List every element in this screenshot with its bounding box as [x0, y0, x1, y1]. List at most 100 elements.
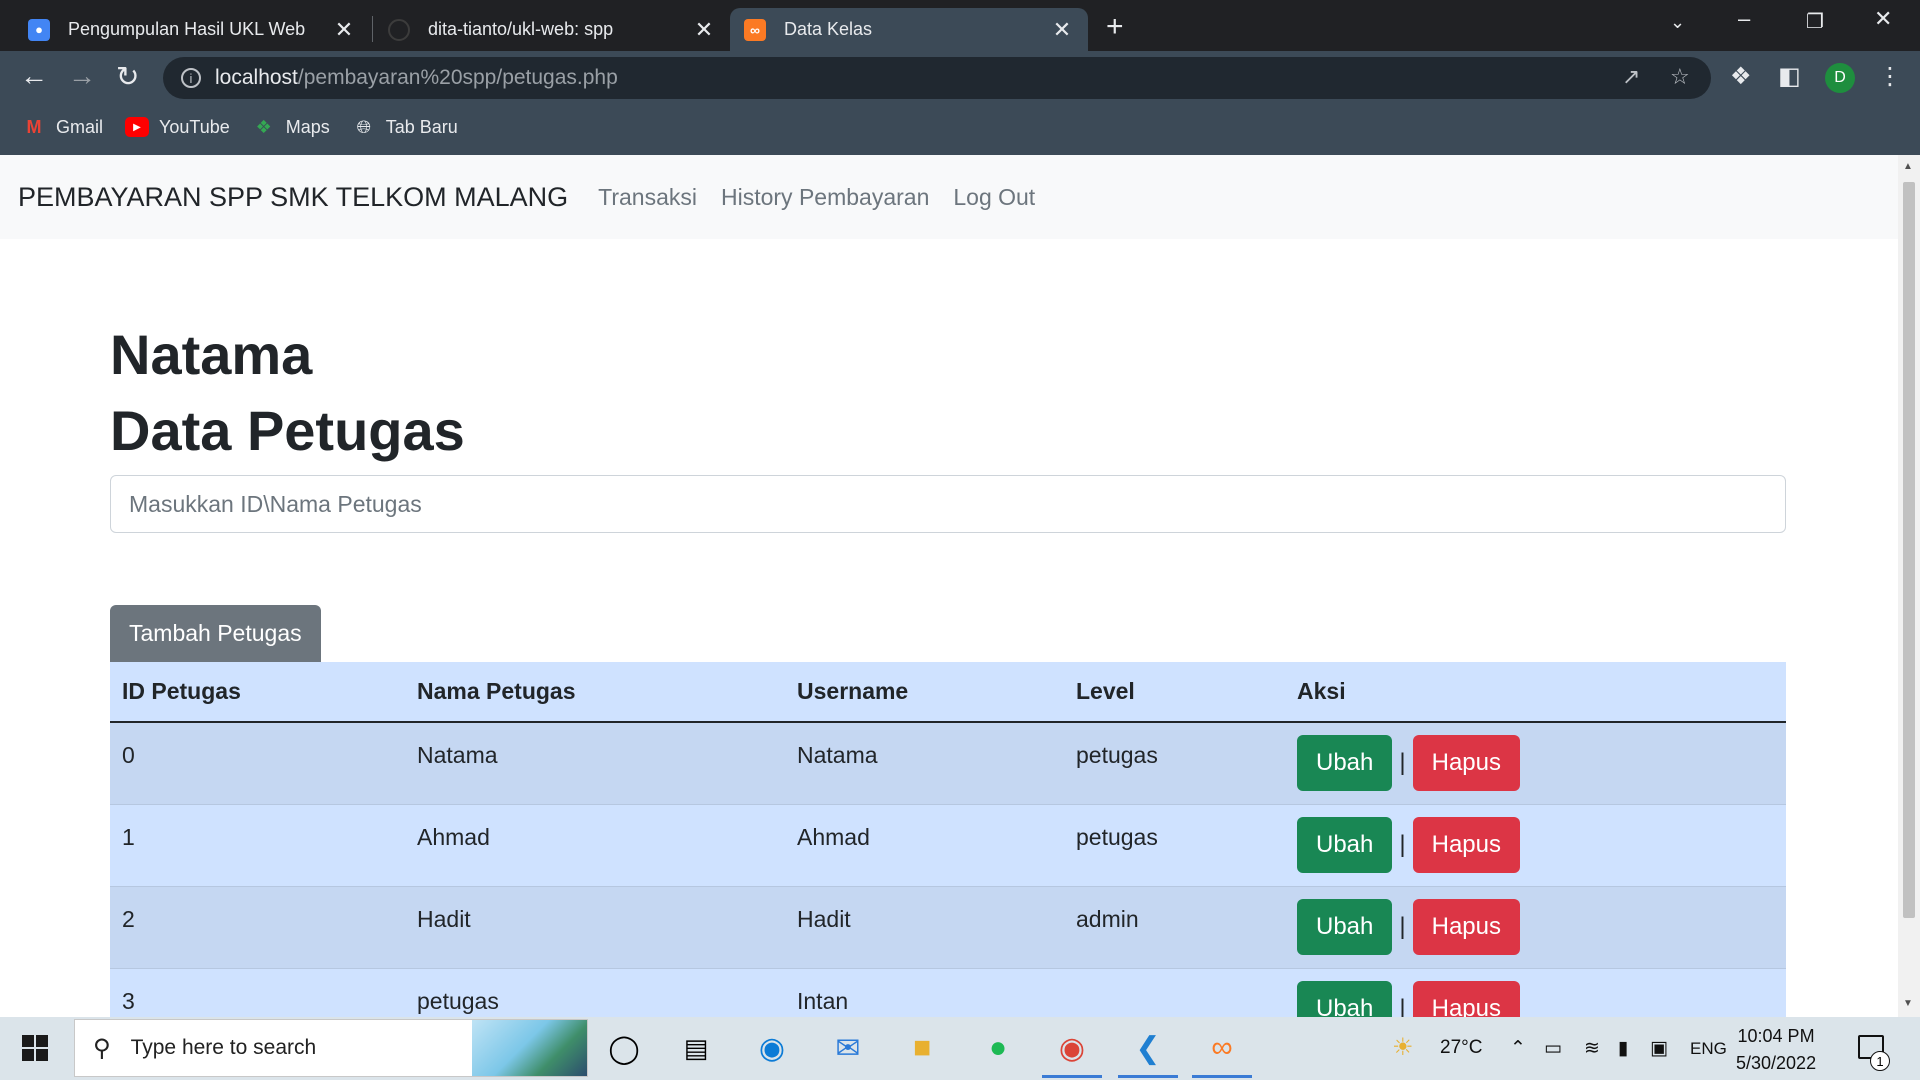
cell-nama: Hadit [417, 905, 471, 932]
ubah-button[interactable]: Ubah [1297, 981, 1393, 1017]
tab-search-icon[interactable]: ⌄ [1670, 12, 1685, 33]
profile-initial: D [1834, 69, 1846, 86]
action-separator: | [1399, 831, 1406, 858]
weather-temperature[interactable]: 27°C [1440, 1037, 1482, 1059]
close-tab-icon[interactable]: ✕ [692, 17, 716, 43]
side-panel-icon[interactable]: ◧ [1778, 62, 1801, 91]
user-name-heading: Natama [110, 323, 313, 386]
action-separator: | [1399, 913, 1406, 940]
bookmark-label: Maps [285, 116, 330, 137]
table-row: 2 Hadit Hadit admin Ubah | Hapus [110, 885, 1786, 968]
profile-avatar[interactable]: D [1825, 63, 1855, 93]
cell-username: Natama [797, 741, 878, 768]
reload-icon[interactable]: ↻ [116, 60, 139, 93]
table-row: 1 Ahmad Ahmad petugas Ubah | Hapus [110, 803, 1786, 886]
column-header-id: ID Petugas [110, 662, 405, 723]
ubah-button[interactable]: Ubah [1297, 817, 1393, 873]
cell-aksi: Ubah | Hapus [1285, 885, 1786, 968]
microphone-icon[interactable]: ▮ [1618, 1037, 1628, 1060]
close-window-icon[interactable]: ✕ [1874, 6, 1892, 32]
cell-username: Ahmad [797, 823, 870, 850]
notification-badge: 1 [1870, 1051, 1890, 1071]
menu-kebab-icon[interactable]: ⋮ [1878, 62, 1902, 91]
hapus-button[interactable]: Hapus [1412, 899, 1520, 955]
weather-icon[interactable]: ☀ [1392, 1033, 1414, 1062]
cortana-icon[interactable]: ◯ [604, 1028, 644, 1068]
new-tab-icon[interactable]: + [1106, 10, 1124, 44]
address-bar[interactable]: i localhost/pembayaran%20spp/petugas.php [163, 57, 1711, 99]
column-header-nama: Nama Petugas [405, 662, 785, 723]
ubah-button[interactable]: Ubah [1297, 899, 1393, 955]
task-view-icon[interactable]: ▤ [676, 1028, 716, 1068]
taskbar-search-box[interactable]: ⚲ Type here to search [74, 1019, 588, 1077]
share-icon[interactable]: ↗ [1622, 64, 1640, 90]
nav-link-history[interactable]: History Pembayaran [709, 184, 941, 211]
wifi-icon[interactable]: ≋ [1584, 1037, 1600, 1060]
language-indicator[interactable]: ENG [1690, 1039, 1727, 1059]
cell-level: petugas [1076, 823, 1158, 850]
windows-start-icon[interactable] [22, 1035, 48, 1061]
bookmark-gmail[interactable]: M Gmail [22, 116, 104, 138]
bookmark-label: Gmail [56, 116, 104, 137]
youtube-icon: ▶ [125, 117, 150, 137]
hapus-button[interactable]: Hapus [1412, 981, 1520, 1017]
tab-strip: ● Pengumpulan Hasil UKL Web ✕ dita-tiant… [0, 0, 1920, 51]
column-header-level: Level [1064, 662, 1285, 723]
navbar-brand[interactable]: PEMBAYARAN SPP SMK TELKOM MALANG [18, 182, 568, 213]
display-icon[interactable]: ▣ [1650, 1037, 1668, 1060]
site-info-icon[interactable]: i [181, 68, 201, 88]
nav-link-transaksi[interactable]: Transaksi [586, 184, 709, 211]
tab-title: Data Kelas [784, 19, 873, 39]
bookmark-youtube[interactable]: ▶ YouTube [125, 117, 230, 138]
forward-icon[interactable]: → [68, 60, 96, 92]
scroll-down-arrow-icon[interactable]: ▼ [1903, 998, 1913, 1009]
ubah-button[interactable]: Ubah [1297, 735, 1393, 792]
cell-nama: Natama [417, 741, 498, 768]
cell-aksi: Ubah | Hapus [1285, 967, 1786, 1017]
bookmark-maps[interactable]: ❖ Maps [252, 117, 330, 138]
tab-title: dita-tianto/ukl-web: spp [428, 19, 614, 39]
cell-aksi: Ubah | Hapus [1285, 721, 1786, 804]
scrollbar-thumb[interactable] [1903, 182, 1915, 918]
add-petugas-button[interactable]: Tambah Petugas [110, 605, 321, 662]
tab-pengumpulan[interactable]: ● Pengumpulan Hasil UKL Web ✕ [14, 8, 370, 51]
app-navbar: PEMBAYARAN SPP SMK TELKOM MALANG Transak… [0, 155, 1898, 239]
search-input[interactable] [110, 475, 1786, 533]
scroll-up-arrow-icon[interactable]: ▲ [1903, 161, 1913, 172]
edge-icon[interactable]: ◉ [752, 1028, 792, 1068]
xampp-taskbar-icon[interactable]: ∞ [1192, 1028, 1252, 1078]
close-tab-icon[interactable]: ✕ [332, 17, 356, 43]
tab-data-kelas[interactable]: ∞ Data Kelas ✕ [730, 8, 1088, 51]
close-tab-icon[interactable]: ✕ [1050, 17, 1074, 43]
bookmark-star-icon[interactable]: ☆ [1670, 64, 1690, 90]
cell-id: 2 [122, 905, 135, 932]
tab-github[interactable]: dita-tianto/ukl-web: spp ✕ [374, 8, 730, 51]
nav-link-logout[interactable]: Log Out [941, 184, 1047, 211]
tab-title: Pengumpulan Hasil UKL Web [68, 19, 306, 39]
show-hidden-icons-chevron-icon[interactable]: ⌃ [1510, 1037, 1526, 1060]
page-title: Data Petugas [110, 399, 465, 462]
hapus-button[interactable]: Hapus [1412, 817, 1520, 873]
table-row: 3 petugas Intan Ubah | Hapus [110, 967, 1786, 1017]
battery-icon[interactable]: ▭ [1544, 1037, 1562, 1060]
bookmark-tab-baru[interactable]: 🌐︎ Tab Baru [352, 117, 458, 138]
minimize-icon[interactable]: – [1738, 6, 1750, 32]
spotify-icon[interactable]: ● [978, 1028, 1018, 1068]
cell-nama: petugas [417, 987, 499, 1014]
restore-icon[interactable]: ❐ [1806, 9, 1824, 34]
table-header-row: ID Petugas Nama Petugas Username Level A… [110, 662, 1786, 723]
file-explorer-icon[interactable]: ■ [902, 1028, 942, 1068]
back-icon[interactable]: ← [20, 60, 48, 92]
hapus-button[interactable]: Hapus [1412, 735, 1520, 792]
cell-id: 1 [122, 823, 135, 850]
vscode-icon[interactable]: ❮ [1118, 1028, 1178, 1078]
mail-icon[interactable]: ✉ [828, 1028, 868, 1068]
bookmark-label: YouTube [159, 116, 230, 137]
extensions-icon[interactable]: ❖ [1730, 62, 1752, 91]
chrome-icon[interactable]: ◉ [1042, 1028, 1102, 1078]
system-clock[interactable]: 10:04 PM 5/30/2022 [1736, 1023, 1816, 1077]
page-scrollbar[interactable]: ▲ ▼ [1898, 155, 1920, 1017]
cell-level: petugas [1076, 741, 1158, 768]
cell-username: Intan [797, 987, 849, 1014]
bookmarks-bar: M Gmail ▶ YouTube ❖ Maps 🌐︎ Tab Baru [0, 112, 458, 142]
